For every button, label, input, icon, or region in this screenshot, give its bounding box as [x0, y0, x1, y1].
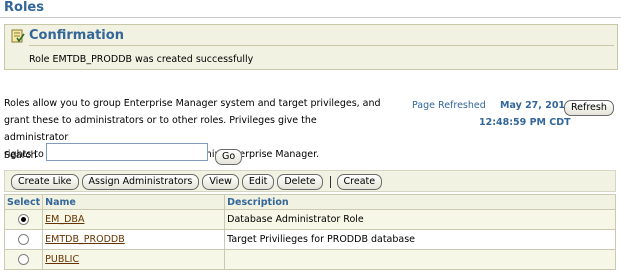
- confirmation-divider: [29, 45, 614, 46]
- row-select-cell: [3, 209, 44, 230]
- select-radio[interactable]: [18, 214, 30, 225]
- confirmation-title: Confirmation: [29, 28, 124, 43]
- confirmation-message: Role EMTDB_PRODDB was created successful…: [29, 54, 254, 65]
- create-like-button[interactable]: Create Like: [11, 174, 79, 190]
- toolbar-separator: [329, 176, 331, 188]
- edit-button[interactable]: Edit: [241, 174, 275, 190]
- role-name-link[interactable]: EM_DBA: [45, 214, 84, 225]
- table-row: EMTDB_PRODDB Target Privilieges for PROD…: [3, 229, 616, 250]
- assign-administrators-button[interactable]: Assign Administrators: [81, 174, 200, 190]
- search-input[interactable]: [46, 143, 208, 161]
- create-button[interactable]: Create: [336, 174, 383, 190]
- page-title: Roles: [4, 0, 44, 15]
- role-name-link[interactable]: PUBLIC: [45, 254, 79, 265]
- column-header-description[interactable]: Description: [224, 194, 616, 210]
- view-button[interactable]: View: [202, 174, 239, 190]
- table-row: PUBLIC: [3, 249, 616, 270]
- page-refreshed-label: Page Refreshed: [412, 100, 486, 111]
- action-toolbar: Create Like Assign Administrators View E…: [4, 170, 616, 192]
- description-line: Roles allow you to group Enterprise Mana…: [4, 98, 381, 109]
- row-name-cell: PUBLIC: [42, 249, 226, 270]
- select-radio[interactable]: [18, 254, 30, 265]
- role-name-link[interactable]: EMTDB_PRODDB: [45, 234, 125, 245]
- row-description-cell: Database Administrator Role: [224, 209, 616, 230]
- page-refreshed-date: May 27, 2010: [500, 100, 572, 111]
- row-description-cell: [224, 249, 616, 270]
- delete-button[interactable]: Delete: [277, 174, 323, 190]
- go-button[interactable]: Go: [215, 149, 243, 165]
- table-row: EM_DBA Database Administrator Role: [3, 209, 616, 230]
- description-line: grant these to administrators or to othe…: [4, 115, 317, 143]
- refresh-button[interactable]: Refresh: [564, 100, 614, 116]
- roles-table: Select Name Description EM_DBA Database …: [3, 194, 616, 270]
- column-header-name[interactable]: Name: [42, 194, 226, 210]
- title-divider: [0, 17, 621, 18]
- row-description-cell: Target Privilieges for PRODDB database: [224, 229, 616, 250]
- confirmation-icon: [11, 29, 25, 43]
- column-header-select: Select: [3, 194, 44, 210]
- row-select-cell: [3, 249, 44, 270]
- confirmation-box: Confirmation Role EMTDB_PRODDB was creat…: [4, 24, 618, 70]
- row-select-cell: [3, 229, 44, 250]
- row-name-cell: EMTDB_PRODDB: [42, 229, 226, 250]
- search-label: Search: [4, 150, 37, 161]
- row-name-cell: EM_DBA: [42, 209, 226, 230]
- page-refreshed-time: 12:48:59 PM CDT: [479, 117, 571, 128]
- select-radio[interactable]: [18, 234, 30, 245]
